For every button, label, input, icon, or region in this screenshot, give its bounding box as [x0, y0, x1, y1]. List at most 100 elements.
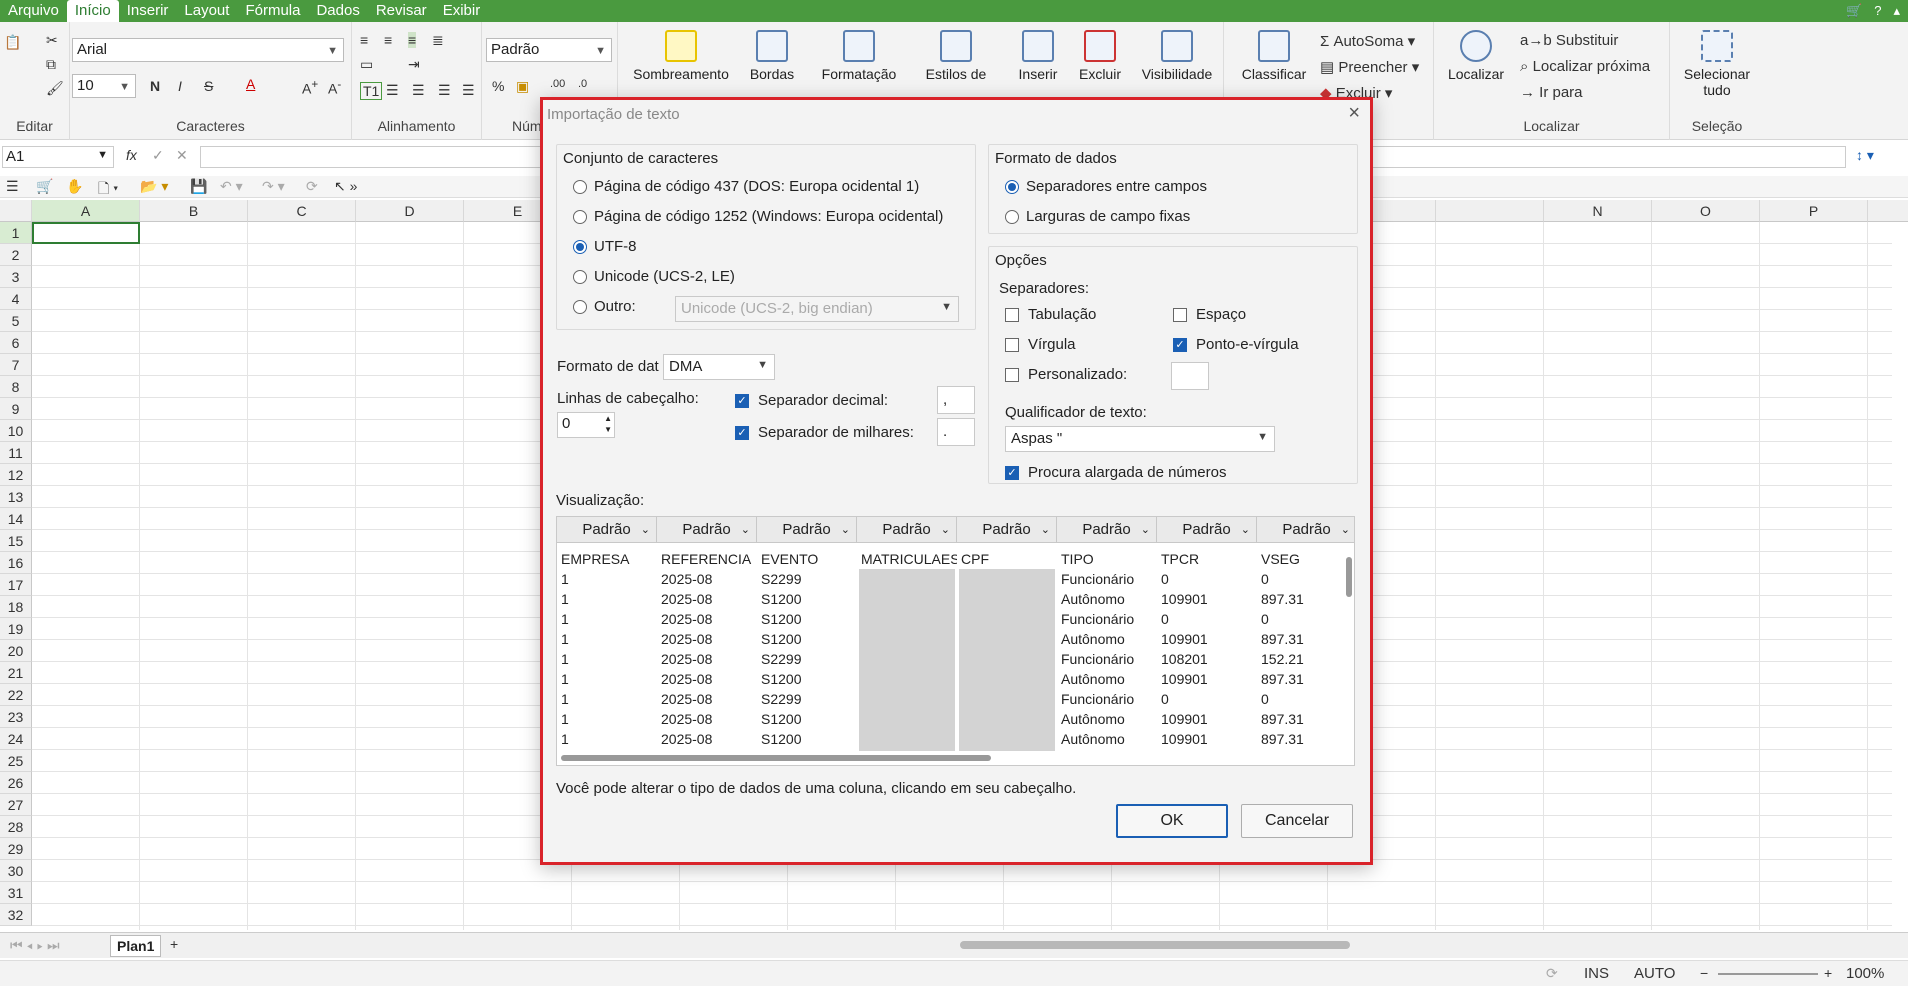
currency-icon[interactable]: ▣ — [516, 78, 529, 95]
menu-1[interactable]: Início — [66, 0, 119, 22]
menu-4[interactable]: Fórmula — [237, 0, 308, 22]
collapse-ribbon-icon[interactable]: ▴ — [1893, 0, 1900, 22]
preview-column-type[interactable]: Padrão ⌄ — [1157, 517, 1257, 543]
sheet-tab-plan1[interactable]: Plan1 — [110, 935, 162, 957]
row-header[interactable]: 4 — [0, 288, 32, 310]
increase-decimal-icon[interactable]: .0 — [578, 78, 587, 90]
function-icon[interactable]: fx — [126, 147, 137, 163]
horizontal-scrollbar[interactable] — [960, 941, 1350, 949]
wide-search-checkbox[interactable]: ✓ Procura alargada de números — [1005, 464, 1226, 481]
preview-column-type[interactable]: Padrão ⌄ — [857, 517, 957, 543]
row-header[interactable]: 25 — [0, 750, 32, 772]
column-header[interactable]: D — [356, 200, 464, 222]
conditional-format-button[interactable]: Formatação — [814, 30, 904, 82]
pointer-icon[interactable]: ↖ » — [334, 178, 357, 195]
row-header[interactable]: 32 — [0, 904, 32, 926]
zoom-slider[interactable] — [1718, 973, 1818, 975]
header-lines-stepper[interactable]: 0 ▲ ▼ — [557, 412, 615, 438]
preview-column-type[interactable]: Padrão ⌄ — [557, 517, 657, 543]
delete-cells-button[interactable]: Excluir — [1070, 30, 1130, 82]
calc-mode[interactable]: AUTO — [1634, 965, 1675, 982]
select-all-corner[interactable] — [0, 200, 32, 222]
row-header[interactable]: 9 — [0, 398, 32, 420]
new-file-icon[interactable]: 🗋 ▾ — [98, 178, 118, 202]
cell-styles-button[interactable]: Estilos de — [914, 30, 998, 82]
menu-5[interactable]: Dados — [308, 0, 367, 22]
column-header[interactable]: A — [32, 200, 140, 222]
cancel-icon[interactable]: ✕ — [176, 147, 188, 164]
align-left-icon[interactable]: ☰ — [386, 82, 399, 99]
preview-column-type[interactable]: Padrão ⌄ — [757, 517, 857, 543]
space-checkbox[interactable]: Espaço — [1173, 306, 1246, 323]
row-header[interactable]: 27 — [0, 794, 32, 816]
charset-option-2[interactable]: UTF-8 — [573, 238, 637, 255]
row-header[interactable]: 5 — [0, 310, 32, 332]
strikethrough-icon[interactable]: S — [204, 78, 213, 94]
menu-2[interactable]: Inserir — [119, 0, 177, 22]
row-header[interactable]: 6 — [0, 332, 32, 354]
preview-column-type[interactable]: Padrão ⌄ — [957, 517, 1057, 543]
row-header[interactable]: 2 — [0, 244, 32, 266]
name-box[interactable]: A1 ▼ — [2, 146, 114, 168]
merge-icon[interactable]: ▭ — [360, 56, 373, 73]
row-header[interactable]: 26 — [0, 772, 32, 794]
zoom-out-icon[interactable]: − — [1700, 965, 1708, 981]
zoom-level[interactable]: 100% — [1846, 965, 1884, 982]
percent-icon[interactable]: % — [492, 78, 504, 94]
close-icon[interactable]: × — [1348, 102, 1360, 125]
thousands-separator-checkbox[interactable]: ✓ Separador de milhares: — [735, 424, 914, 441]
row-header[interactable]: 18 — [0, 596, 32, 618]
decimal-separator-checkbox[interactable]: ✓ Separador decimal: — [735, 392, 888, 409]
row-header[interactable]: 10 — [0, 420, 32, 442]
undo-icon[interactable]: ↶ ▾ — [220, 178, 243, 195]
cart-icon[interactable]: 🛒 — [1846, 0, 1862, 22]
column-header[interactable]: B — [140, 200, 248, 222]
cart-icon[interactable]: 🛒 — [36, 178, 53, 195]
menu-7[interactable]: Exibir — [435, 0, 489, 22]
custom-separator-input[interactable] — [1171, 362, 1209, 390]
hand-icon[interactable]: ✋ — [66, 178, 83, 195]
align-bottom-icon[interactable]: ≡ — [408, 32, 417, 48]
align-top-icon[interactable]: ≡ — [360, 32, 368, 48]
find-next-button[interactable]: ⌕ Localizar próxima — [1520, 58, 1650, 75]
ok-button[interactable]: OK — [1116, 804, 1228, 838]
menu-3[interactable]: Layout — [176, 0, 237, 22]
bold-icon[interactable]: N — [150, 78, 160, 94]
custom-checkbox[interactable]: Personalizado: — [1005, 366, 1127, 383]
other-charset-dropdown[interactable]: Unicode (UCS-2, big endian) ▼ — [675, 296, 959, 322]
qualifier-dropdown[interactable]: Aspas " ▼ — [1005, 426, 1275, 452]
row-header[interactable]: 16 — [0, 552, 32, 574]
accept-icon[interactable]: ✓ — [152, 147, 164, 164]
expand-formula-icon[interactable]: ↕ ▾ — [1856, 147, 1874, 164]
align-center-icon[interactable]: ☰ — [412, 82, 425, 99]
preview-column-type[interactable]: Padrão ⌄ — [1057, 517, 1157, 543]
font-name-combo[interactable]: Arial ▼ — [72, 38, 344, 62]
data-format-option-1[interactable]: Larguras de campo fixas — [1005, 208, 1190, 225]
refresh-icon[interactable]: ⟳ — [306, 178, 318, 195]
column-header[interactable]: Q — [1868, 200, 1908, 222]
shading-button[interactable]: Sombreamento — [628, 30, 734, 82]
font-size-combo[interactable]: 10 ▼ — [72, 74, 136, 98]
row-header[interactable]: 13 — [0, 486, 32, 508]
row-header[interactable]: 22 — [0, 684, 32, 706]
row-header[interactable]: 14 — [0, 508, 32, 530]
zoom-in-icon[interactable]: + — [1824, 965, 1832, 981]
redo-icon[interactable]: ↷ ▾ — [262, 178, 285, 195]
data-format-option-0[interactable]: Separadores entre campos — [1005, 178, 1207, 195]
thousands-separator-input[interactable]: . — [937, 418, 975, 446]
row-header[interactable]: 20 — [0, 640, 32, 662]
format-paint-icon[interactable]: 🖌 — [46, 80, 64, 97]
column-header[interactable]: N — [1544, 200, 1652, 222]
charset-option-1[interactable]: Página de código 1252 (Windows: Europa o… — [573, 208, 943, 225]
column-header[interactable]: C — [248, 200, 356, 222]
menu-6[interactable]: Revisar — [368, 0, 435, 22]
charset-option-0[interactable]: Página de código 437 (DOS: Europa ociden… — [573, 178, 919, 195]
help-icon[interactable]: ? — [1874, 0, 1881, 22]
visibility-button[interactable]: Visibilidade — [1132, 30, 1222, 82]
decimal-separator-input[interactable]: , — [937, 386, 975, 414]
insert-cells-button[interactable]: Inserir — [1008, 30, 1068, 82]
save-icon[interactable]: 💾 — [190, 178, 207, 195]
autosum-button[interactable]: Σ AutoSoma ▾ — [1320, 32, 1415, 50]
row-header[interactable]: 19 — [0, 618, 32, 640]
row-header[interactable]: 7 — [0, 354, 32, 376]
